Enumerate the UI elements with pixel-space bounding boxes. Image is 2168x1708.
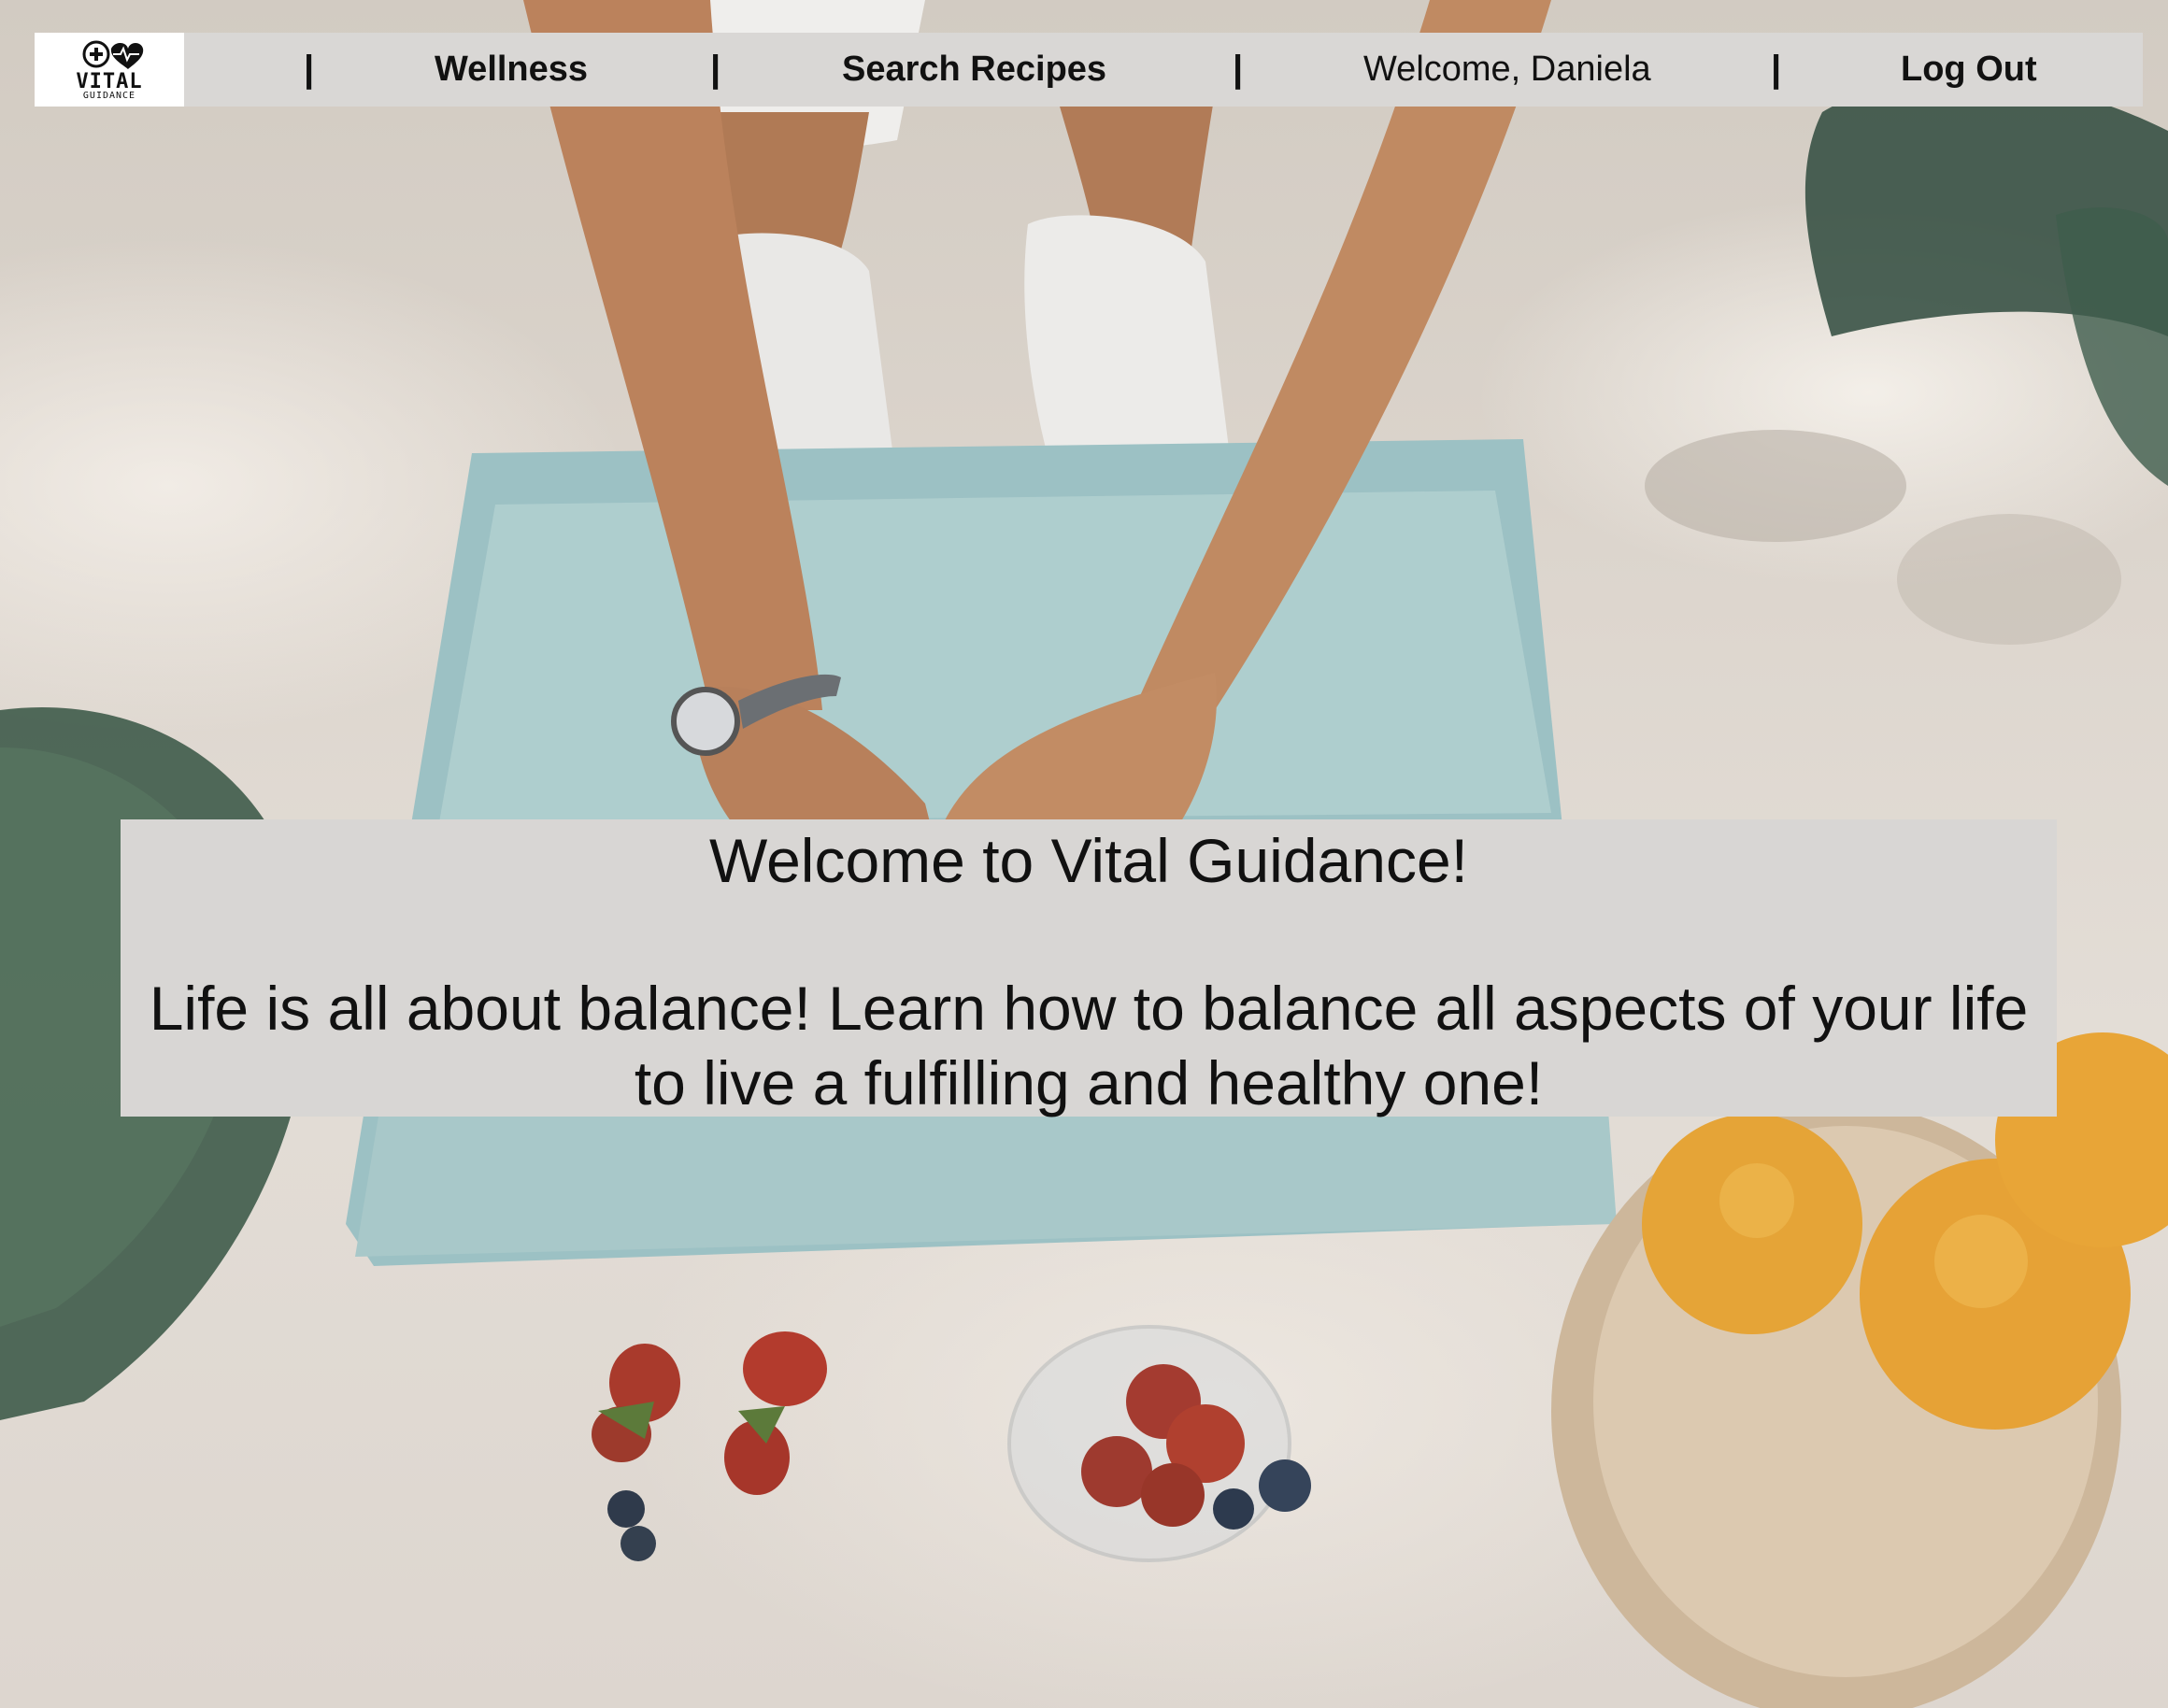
vital-guidance-logo[interactable]: VITAL GUIDANCE	[35, 33, 184, 107]
logout-button[interactable]: Log Out	[1901, 33, 2037, 107]
user-welcome-text: Welcome, Daniela	[1363, 50, 1651, 89]
nav-separator: |	[1233, 49, 1244, 90]
top-navigation-bar: VITAL GUIDANCE | Wellness | Search Recip…	[35, 33, 2143, 107]
nav-link-search-recipes[interactable]: Search Recipes	[842, 33, 1106, 107]
nav-link-wellness[interactable]: Wellness	[435, 33, 588, 107]
nav-separator: |	[710, 49, 721, 90]
logo-wordmark: VITAL	[76, 69, 143, 93]
banner-description: Life is all about balance! Learn how to …	[121, 971, 2057, 1120]
nav-separator: |	[304, 49, 315, 90]
logo-tagline: GUIDANCE	[82, 90, 136, 101]
banner-description-line-1: Life is all about balance! Learn how to …	[149, 974, 2029, 1043]
heart-cross-logo-icon	[82, 40, 144, 69]
nav-separator: |	[1771, 49, 1782, 90]
welcome-banner: Welcome to Vital Guidance! Life is all a…	[121, 819, 2057, 1117]
banner-title: Welcome to Vital Guidance!	[709, 826, 1468, 895]
banner-description-line-2: to live a fulfilling and healthy one!	[634, 1048, 1544, 1117]
